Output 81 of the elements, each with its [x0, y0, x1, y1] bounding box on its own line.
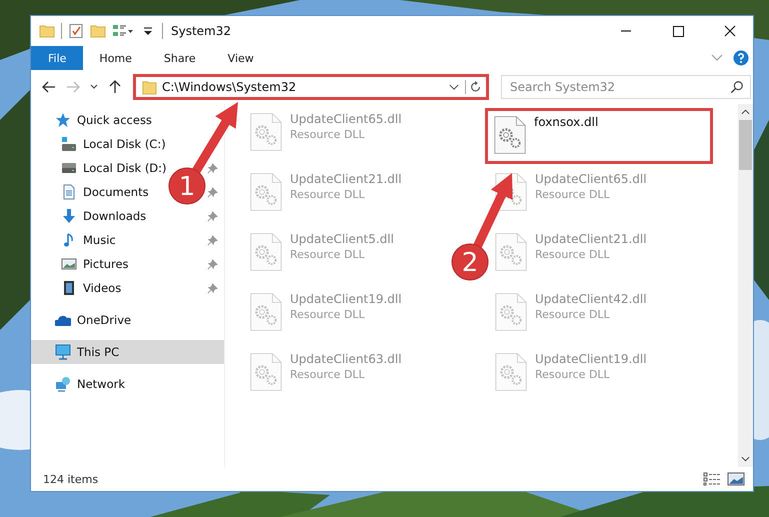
gear-file-icon	[250, 112, 282, 152]
gear-file-icon	[250, 232, 282, 272]
file-type: Resource DLL	[290, 188, 366, 201]
image-icon	[61, 256, 77, 272]
ribbon-tab[interactable]: View	[212, 46, 270, 70]
details-view-icon[interactable]	[703, 472, 721, 486]
item-count: 124 items	[43, 472, 98, 486]
document-icon	[61, 184, 77, 200]
file-type: Resource DLL	[290, 248, 366, 261]
file-type: Resource DLL	[290, 308, 366, 321]
gear-file-icon	[494, 115, 526, 155]
view-dropdown-icon[interactable]	[112, 23, 134, 39]
search-field[interactable]: Search System32	[501, 75, 751, 99]
sidebar-item[interactable]: Music	[61, 232, 116, 248]
scroll-down-icon[interactable]	[741, 455, 750, 463]
ribbon-tab[interactable]: Home	[83, 46, 148, 70]
large-icons-view-icon[interactable]	[727, 472, 745, 486]
window-title: System32	[171, 24, 232, 38]
pin-icon[interactable]	[207, 282, 218, 294]
film-icon	[61, 280, 77, 296]
sidebar-item[interactable]: Network	[55, 376, 126, 392]
gear-file-icon	[250, 172, 282, 212]
file-menu-tab[interactable]: File	[31, 46, 84, 70]
file-type: Resource DLL	[290, 128, 366, 141]
file-name: UpdateClient21.dll	[290, 172, 402, 186]
step-number: 1	[178, 172, 196, 202]
sidebar-item[interactable]: OneDrive	[55, 312, 132, 328]
pin-icon[interactable]	[207, 162, 218, 174]
file-name: UpdateClient65.dll	[535, 172, 647, 186]
up-icon[interactable]	[107, 79, 123, 95]
expand-ribbon-icon[interactable]	[711, 54, 723, 62]
address-path: C:\Windows\System32	[162, 80, 298, 94]
monitor-icon	[55, 344, 71, 360]
pin-icon[interactable]	[207, 210, 218, 222]
sidebar-item[interactable]: Pictures	[61, 256, 129, 272]
properties-icon[interactable]	[68, 23, 84, 39]
file-type: Resource DLL	[535, 368, 611, 381]
sidebar-item[interactable]: Documents	[61, 184, 149, 200]
sidebar-item[interactable]: Quick access	[55, 112, 152, 128]
search-icon[interactable]	[730, 80, 744, 94]
gear-file-icon	[495, 292, 527, 332]
ribbon-tab[interactable]: Share	[148, 46, 212, 70]
back-icon[interactable]	[41, 79, 57, 95]
network-icon	[55, 376, 71, 392]
dropdown-icon[interactable]	[449, 84, 459, 90]
scroll-thumb[interactable]	[739, 120, 752, 170]
gear-file-icon	[495, 232, 527, 272]
help-icon[interactable]	[733, 50, 749, 66]
address-field[interactable]: C:\Windows\System32	[133, 74, 489, 100]
sidebar-item[interactable]: This PC	[55, 344, 120, 360]
file-name: UpdateClient21.dll	[535, 232, 647, 246]
scroll-up-icon[interactable]	[741, 108, 750, 116]
folder-icon	[142, 80, 157, 94]
scrollbar[interactable]	[738, 104, 753, 467]
file-type: Resource DLL	[535, 248, 611, 261]
sidebar-item[interactable]: Videos	[61, 280, 122, 296]
file-type: Resource DLL	[535, 308, 611, 321]
pin-icon[interactable]	[207, 186, 218, 198]
sidebar-item[interactable]: Downloads	[61, 208, 146, 224]
step-number: 2	[462, 248, 478, 278]
gear-file-icon	[250, 352, 282, 392]
file-type: Resource DLL	[290, 368, 366, 381]
sidebar-item[interactable]: Local Disk (D:)	[61, 160, 167, 176]
pin-icon[interactable]	[207, 258, 218, 270]
sidebar-item[interactable]: Local Disk (C:)	[61, 136, 166, 152]
file-name: foxnsox.dll	[534, 115, 598, 129]
pin-icon[interactable]	[207, 234, 218, 246]
file-name: UpdateClient19.dll	[290, 292, 402, 306]
file-name: UpdateClient42.dll	[535, 292, 647, 306]
file-type: Resource DLL	[535, 188, 611, 201]
download-arrow-icon	[61, 208, 77, 224]
gear-file-icon	[250, 292, 282, 332]
file-name: UpdateClient63.dll	[290, 352, 402, 366]
star-icon	[55, 112, 71, 128]
gear-file-icon	[495, 352, 527, 392]
file-item[interactable]: foxnsox.dll	[485, 108, 713, 164]
file-name: UpdateClient65.dll	[290, 112, 402, 126]
file-name: UpdateClient5.dll	[290, 232, 394, 246]
drive-icon	[61, 160, 77, 176]
file-name: UpdateClient19.dll	[535, 352, 647, 366]
drive-icon	[61, 136, 77, 152]
